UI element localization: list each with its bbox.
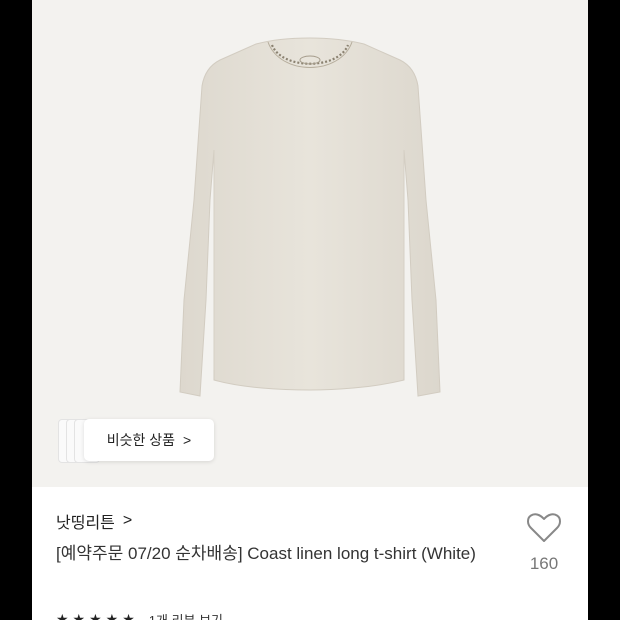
product-info: 낫띵리튼 > [예약주문 07/20 순차배송] Coast linen lon… <box>32 487 588 620</box>
product-screen: 비슷한 상품 > 낫띵리튼 > [예약주문 07/20 순차배송] Coast … <box>32 0 588 620</box>
similar-products-label: 비슷한 상품 <box>106 432 176 448</box>
shirt-image <box>179 37 441 397</box>
chevron-right-icon: > <box>122 512 133 529</box>
store-link[interactable]: 낫띵리튼 > <box>56 509 132 533</box>
chevron-right-icon: > <box>183 432 192 448</box>
like-button[interactable]: 160 <box>526 513 562 574</box>
similar-products-button[interactable]: 비슷한 상품 > <box>84 419 214 461</box>
product-photo[interactable]: 비슷한 상품 > <box>32 0 588 487</box>
review-link[interactable]: 1개 리뷰 보기 <box>149 610 223 620</box>
rating-stars: ★★★★★ <box>56 611 139 620</box>
store-name: 낫띵리튼 <box>56 515 115 532</box>
rating-row: ★★★★★ 1개 리뷰 보기 <box>56 610 223 620</box>
like-count: 160 <box>529 554 559 573</box>
product-title: [예약주문 07/20 순차배송] Coast linen long t-shi… <box>56 544 476 563</box>
heart-icon <box>527 513 561 542</box>
